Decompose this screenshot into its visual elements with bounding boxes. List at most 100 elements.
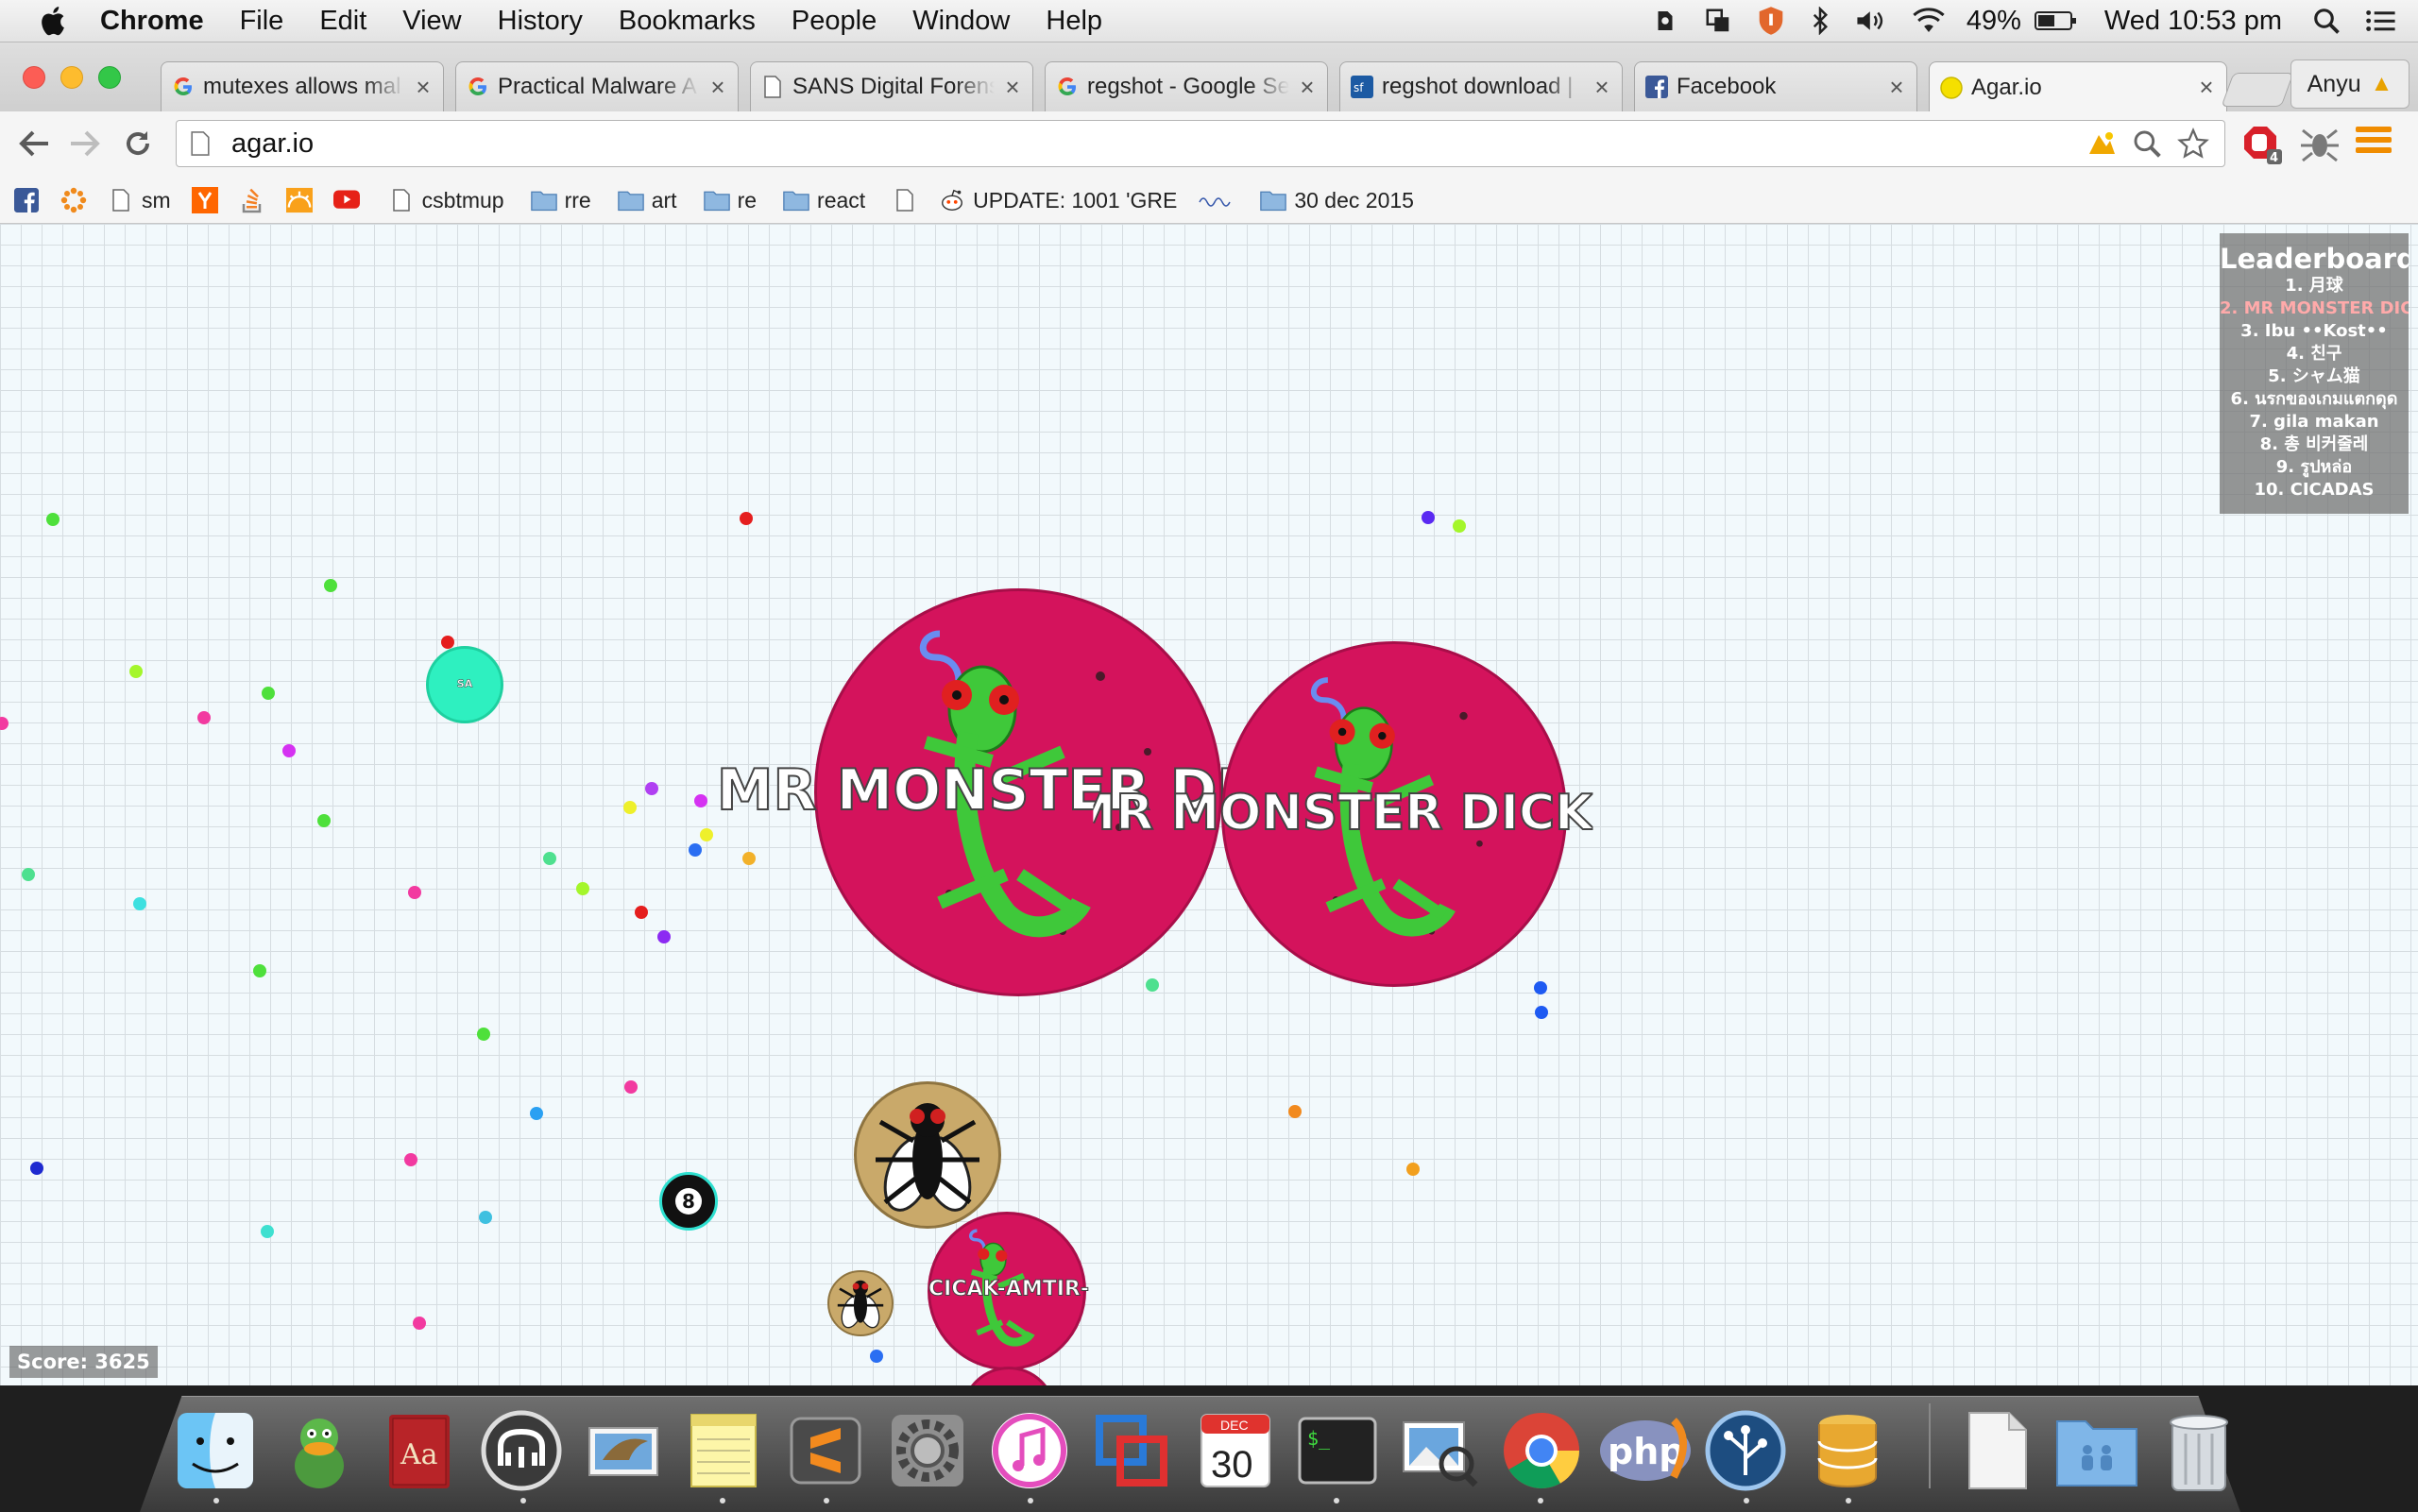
bookmark-folder-30-dec-2015[interactable]: 30 dec 2015 <box>1260 187 1414 213</box>
bookmark-folder-re[interactable]: re <box>703 187 757 213</box>
close-tab-icon[interactable]: × <box>1002 73 1023 102</box>
bookmark-signature[interactable] <box>1196 187 1241 213</box>
leaderboard-entry-self: 2. MR MONSTER DICK <box>2220 298 2409 318</box>
tab-regshot-google[interactable]: regshot - Google Se × <box>1045 61 1328 111</box>
tab-regshot-download[interactable]: sf regshot download | × <box>1339 61 1623 111</box>
sourcetree-icon[interactable] <box>1704 1409 1787 1492</box>
address-bar[interactable]: agar.io <box>176 120 2225 167</box>
bookmark-hackernews[interactable] <box>191 187 226 213</box>
search-icon[interactable] <box>2132 128 2162 159</box>
reddit-icon <box>939 187 965 213</box>
close-tab-icon[interactable]: × <box>1297 73 1318 102</box>
close-tab-icon[interactable]: × <box>2196 73 2217 102</box>
chrome-menu-icon[interactable] <box>2356 125 2392 155</box>
new-tab-button[interactable] <box>2221 73 2294 107</box>
trash-icon[interactable] <box>2157 1409 2240 1492</box>
flash-blocked-icon[interactable] <box>2086 129 2117 158</box>
adblock-extension-icon[interactable]: 4 <box>2242 125 2284 166</box>
php-icon[interactable]: php <box>1598 1409 1693 1492</box>
notes-icon[interactable] <box>682 1409 765 1492</box>
clock[interactable]: Wed 10:53 pm <box>2104 6 2282 37</box>
url-text[interactable]: agar.io <box>231 128 2086 160</box>
finder-icon[interactable] <box>174 1409 257 1492</box>
cell-label: 8 <box>675 1188 702 1215</box>
bookmark-folder-rre[interactable]: rre <box>530 187 591 213</box>
menu-file[interactable]: File <box>240 6 284 37</box>
agar-game-canvas[interactable]: SA 8 MR MONSTER DICK MR MONSTER DICK CIC… <box>0 224 2418 1385</box>
tab-practical-malware[interactable]: Practical Malware A × <box>455 61 739 111</box>
menu-app-name[interactable]: Chrome <box>100 6 204 37</box>
dictionary-icon[interactable]: Aa <box>378 1409 461 1492</box>
bookmark-label: sm <box>142 187 171 212</box>
apple-menu-icon[interactable] <box>36 3 72 39</box>
forward-button[interactable] <box>66 125 104 162</box>
menu-history[interactable]: History <box>498 6 583 37</box>
page-icon <box>892 187 918 213</box>
food-pellet <box>262 687 275 700</box>
close-tab-icon[interactable]: × <box>413 73 434 102</box>
back-button[interactable] <box>15 125 53 162</box>
volume-icon[interactable] <box>1855 7 1887 35</box>
bookmark-label: rre <box>564 187 591 212</box>
close-tab-icon[interactable]: × <box>1886 73 1907 102</box>
notification-center-icon[interactable] <box>2365 7 2397 35</box>
zoom-window-button[interactable] <box>98 66 121 89</box>
bookmark-star-icon[interactable] <box>2177 127 2209 160</box>
music-icon[interactable] <box>988 1409 1071 1492</box>
tab-agar-io[interactable]: Agar.io × <box>1929 61 2227 112</box>
menu-edit[interactable]: Edit <box>319 6 366 37</box>
close-window-button[interactable] <box>23 66 45 89</box>
reload-button[interactable] <box>119 125 157 162</box>
bluetooth-icon[interactable] <box>1810 7 1831 35</box>
bookmark-sm[interactable]: sm <box>108 187 171 213</box>
fly-skin-icon <box>837 1280 884 1329</box>
mail-icon[interactable] <box>582 1409 665 1492</box>
copy-windows-icon[interactable] <box>1704 7 1732 35</box>
bookmark-folder-art[interactable]: art <box>617 187 677 213</box>
spotlight-search-icon[interactable] <box>2312 7 2341 35</box>
close-tab-icon[interactable]: × <box>707 73 728 102</box>
menu-window[interactable]: Window <box>912 6 1010 37</box>
calendar-icon[interactable]: DEC 30 <box>1194 1409 1277 1492</box>
tab-facebook[interactable]: Facebook × <box>1634 61 1917 111</box>
tab-mutexes[interactable]: mutexes allows mal × <box>161 61 444 111</box>
chrome-icon[interactable] <box>1500 1409 1583 1492</box>
folder-icon[interactable] <box>2055 1409 2138 1492</box>
shield-icon[interactable] <box>1757 6 1785 36</box>
preview-icon[interactable] <box>1398 1409 1481 1492</box>
battery-icon[interactable] <box>2034 9 2078 32</box>
browser-toolbar: agar.io 4 <box>0 111 2418 178</box>
tab-sans-forensics[interactable]: SANS Digital Forens × <box>750 61 1033 111</box>
minimize-window-button[interactable] <box>60 66 83 89</box>
duck-icon[interactable] <box>278 1409 361 1492</box>
terminal-icon[interactable]: $_ <box>1296 1409 1379 1492</box>
menu-bookmarks[interactable]: Bookmarks <box>619 6 756 37</box>
bookmark-youtube[interactable] <box>332 187 367 213</box>
bookmark-facebook[interactable] <box>13 187 47 213</box>
bookmark-stackoverflow[interactable] <box>239 187 273 213</box>
wifi-icon[interactable] <box>1912 7 1946 35</box>
bookmark-csbtmup[interactable]: csbtmup <box>388 187 504 213</box>
menu-people[interactable]: People <box>792 6 877 37</box>
bug-extension-icon[interactable] <box>2299 125 2341 162</box>
food-pellet <box>477 1028 490 1041</box>
bookmark-asterisk[interactable] <box>60 187 94 213</box>
gear-icon[interactable] <box>886 1409 969 1492</box>
food-pellet <box>689 843 702 857</box>
vmware-icon[interactable] <box>1090 1409 1173 1492</box>
bookmark-sunrise[interactable] <box>285 187 320 213</box>
bookmark-reddit[interactable]: UPDATE: 1001 'GRE <box>939 187 1177 213</box>
sublime-icon[interactable] <box>784 1409 867 1492</box>
leaderboard-entry: 8. 총 비커줄레 <box>2259 434 2369 454</box>
evernote-icon[interactable] <box>1651 7 1679 35</box>
bookmark-page[interactable] <box>892 187 926 213</box>
profile-button[interactable]: Anyu ▲ <box>2290 59 2409 109</box>
database-icon[interactable] <box>1806 1409 1889 1492</box>
document-icon[interactable] <box>1955 1409 2038 1492</box>
close-tab-icon[interactable]: × <box>1592 73 1612 102</box>
menu-help[interactable]: Help <box>1046 6 1102 37</box>
tab-title: regshot - Google Se <box>1087 74 1289 99</box>
bookmark-folder-react[interactable]: react <box>783 187 865 213</box>
elephant-icon[interactable] <box>480 1409 563 1492</box>
menu-view[interactable]: View <box>402 6 461 37</box>
